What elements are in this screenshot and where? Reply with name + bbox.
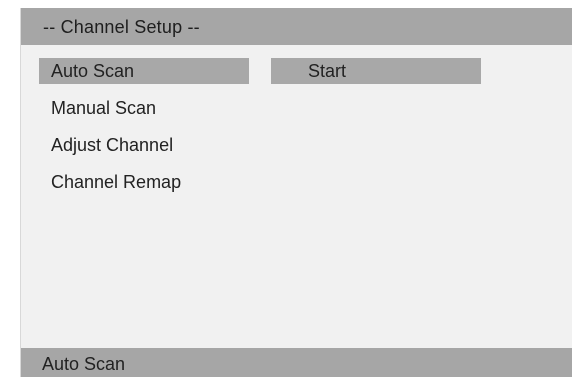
- menu-item-auto-scan[interactable]: Auto Scan: [39, 58, 249, 84]
- start-option-button[interactable]: Start: [271, 58, 481, 84]
- menu-item-adjust-channel[interactable]: Adjust Channel: [39, 132, 249, 158]
- channel-setup-screen: -- Channel Setup -- Auto Scan Manual Sca…: [20, 8, 572, 377]
- page-title: -- Channel Setup --: [43, 17, 200, 37]
- menu-item-manual-scan[interactable]: Manual Scan: [39, 95, 249, 121]
- title-bar: -- Channel Setup --: [21, 8, 572, 45]
- status-text: Auto Scan: [42, 354, 126, 374]
- start-option-label: Start: [308, 61, 347, 81]
- menu-item-channel-remap[interactable]: Channel Remap: [39, 169, 249, 195]
- channel-setup-menu: Auto Scan Manual Scan Adjust Channel Cha…: [39, 58, 249, 206]
- status-bar: Auto Scan: [21, 348, 572, 377]
